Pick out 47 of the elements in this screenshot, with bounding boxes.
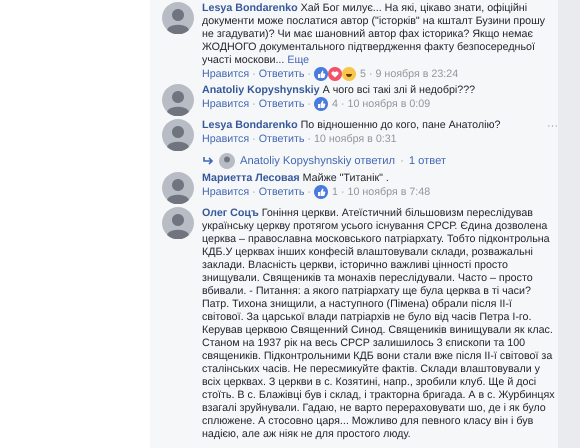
reply-arrow-icon bbox=[202, 156, 214, 166]
separator-dot: · bbox=[307, 97, 311, 111]
reply-link[interactable]: Ответить bbox=[258, 185, 304, 199]
comment-text: Anatoliy Kopyshynskiy А чого всі такі злі й недобрі??? bbox=[202, 84, 476, 97]
see-more-link[interactable]: Еще bbox=[287, 54, 310, 66]
like-icon bbox=[314, 185, 328, 199]
separator-dot: · bbox=[252, 132, 256, 146]
separator-dot: · bbox=[340, 185, 344, 199]
avatar bbox=[162, 119, 194, 151]
separator-dot: · bbox=[340, 97, 344, 111]
like-icon bbox=[314, 97, 328, 111]
reply-link[interactable]: Ответить bbox=[258, 67, 304, 81]
avatar bbox=[219, 152, 235, 168]
comment-text: Lesya Bondarenko По відношенню до кого, пане Анатолію? bbox=[202, 119, 502, 132]
comment-time[interactable]: 9 ноября в 23:24 bbox=[376, 67, 458, 81]
reply-link[interactable]: Ответить bbox=[258, 97, 304, 111]
separator-dot: · bbox=[307, 185, 311, 199]
laughing-face-icon bbox=[342, 67, 356, 81]
separator-dot: · bbox=[400, 154, 404, 166]
separator-dot: · bbox=[368, 67, 372, 81]
separator-dot: · bbox=[307, 67, 311, 81]
separator-dot: · bbox=[252, 185, 256, 199]
avatar bbox=[162, 2, 194, 34]
comment-time[interactable]: 10 ноября в 7:48 bbox=[348, 185, 430, 199]
reply-count[interactable]: 1 ответ bbox=[408, 154, 446, 166]
reaction-count: 1 bbox=[332, 185, 338, 199]
comment-text: Lesya Bondarenko Хай Бог милує... На які, цікаво знати, офіційні документи може послатися автор ("історків" на кшталт Бузини прошу не згадувати)? Чи має шановний автор фах історика? Якщо немає ЖОДНОГО документального підтвердження факту безпосередньої участі москови... Еще bbox=[202, 2, 546, 67]
more-options-icon[interactable]: ··· bbox=[547, 119, 558, 134]
reaction-count: 4 bbox=[332, 97, 338, 111]
like-link[interactable]: Нравится bbox=[202, 97, 250, 111]
reply-link[interactable]: Ответить bbox=[258, 132, 304, 146]
avatar bbox=[162, 172, 194, 204]
replies-link[interactable]: Anatoliy Kopyshynskiy ответил bbox=[240, 154, 396, 166]
comment-time[interactable]: 10 ноября в 0:09 bbox=[348, 97, 430, 111]
separator-dot: · bbox=[252, 97, 256, 111]
like-link[interactable]: Нравится bbox=[202, 132, 250, 146]
like-link[interactable]: Нравится bbox=[202, 67, 250, 81]
like-link[interactable]: Нравится bbox=[202, 185, 250, 199]
comment-text: Олег Соцъ Гоніння церкви. Атеїстичний більшовизм переслідував українську церкву протягом усього існування СРСР. Єдина дозволена церква – православна московського патріархату. Тобто підконтрольна КДБ.У церквах інших конфесій влаштовували склади, розважальні заклади. Власність церкви, історично важливі цінності просто знищували. Священиків та монахів переслідували. Часто – просто вбивали. - Питання: а якого патріархату ще була церква в ті часи? Патр. Тихона знищили, а наступного (Пімена) обрали після ІІ-ї світової. За царської влади патріархів не було від часів Петра І-го. Керував церквою Священний Синод. Священиків винищували як клас. Станом на 1937 рік на весь СРСР залишилось 3 єпископи та 100 священиків. Підконтрольними КДБ вони стали вже після ІІ-ї світової за сталінських часів. Не пересмикуйте фактів. Склади влаштовували у всіх церквах. З церкви в с. Козятині, напр., зробили клуб. Ще й досі стоїть. В с. Блажівці був і склад, і тракторна бригада. А в с. Журбинцях взагалі зруйнували. Гадаю, не варто перераховувати шо, де і як було сплюжене. А стосовно царя... Можливо для певного класу він і був надією, але аж ніяк не для простого люду. bbox=[202, 207, 556, 441]
like-icon bbox=[314, 67, 328, 81]
avatar bbox=[162, 207, 194, 239]
reaction-count: 5 bbox=[360, 67, 366, 81]
comment-text: Мариетта Лесовая Майже "Титанік" . bbox=[202, 172, 390, 185]
comment-time[interactable]: 10 ноября в 0:31 bbox=[314, 132, 397, 146]
separator-dot: · bbox=[307, 132, 311, 146]
avatar bbox=[162, 84, 194, 116]
separator-dot: · bbox=[252, 67, 256, 81]
